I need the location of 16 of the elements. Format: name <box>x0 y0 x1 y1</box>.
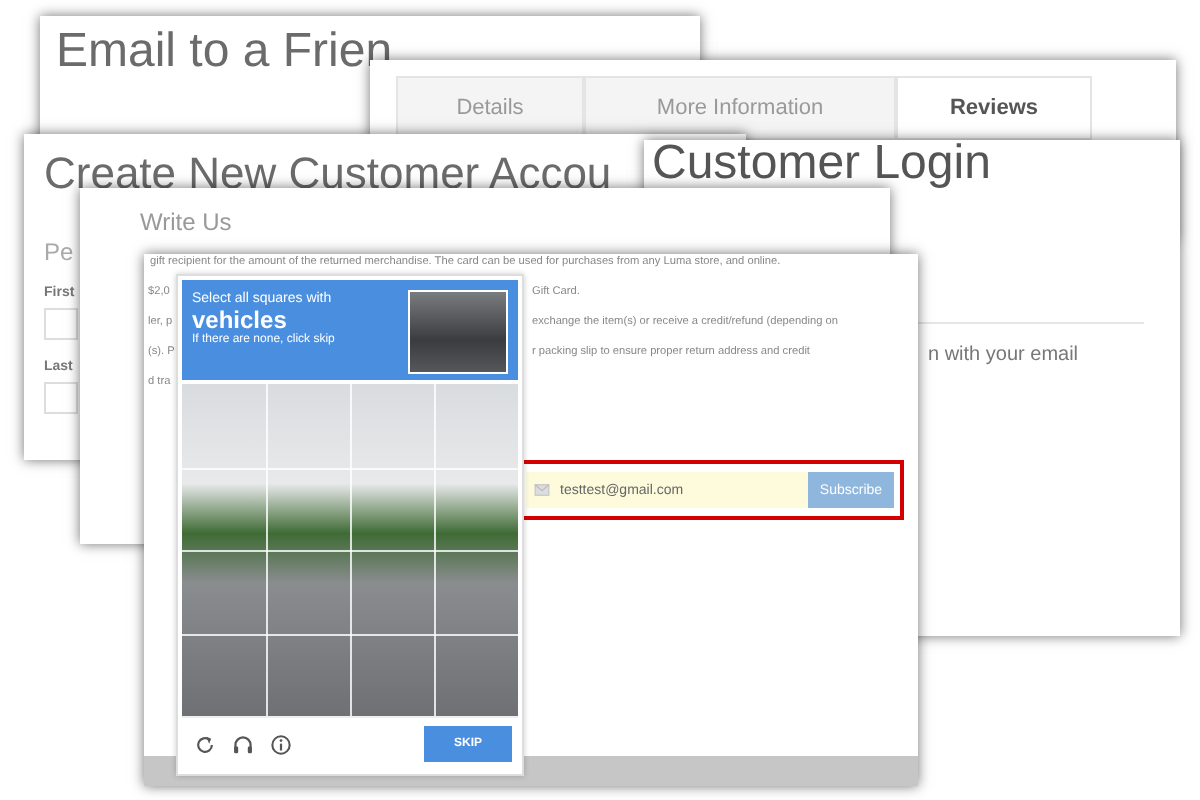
reload-icon[interactable] <box>194 733 216 755</box>
input-field[interactable] <box>44 382 78 414</box>
tab[interactable]: Details <box>396 76 584 140</box>
tab[interactable]: Reviews <box>896 76 1092 140</box>
info-icon[interactable] <box>270 733 292 755</box>
envelope-icon <box>534 484 550 496</box>
page-title: Customer Login <box>652 142 993 186</box>
photo-placeholder <box>408 290 508 374</box>
tab[interactable]: More Information <box>584 76 896 140</box>
window-title: Write Us <box>140 208 232 236</box>
page-title: Email to a Frien <box>56 24 395 80</box>
captcha-target: vehicles <box>192 306 287 334</box>
headphones-icon[interactable] <box>232 733 254 755</box>
section-title: Pe <box>44 238 76 266</box>
login-text: n with your email <box>928 344 1079 366</box>
input-field[interactable] <box>44 308 78 340</box>
